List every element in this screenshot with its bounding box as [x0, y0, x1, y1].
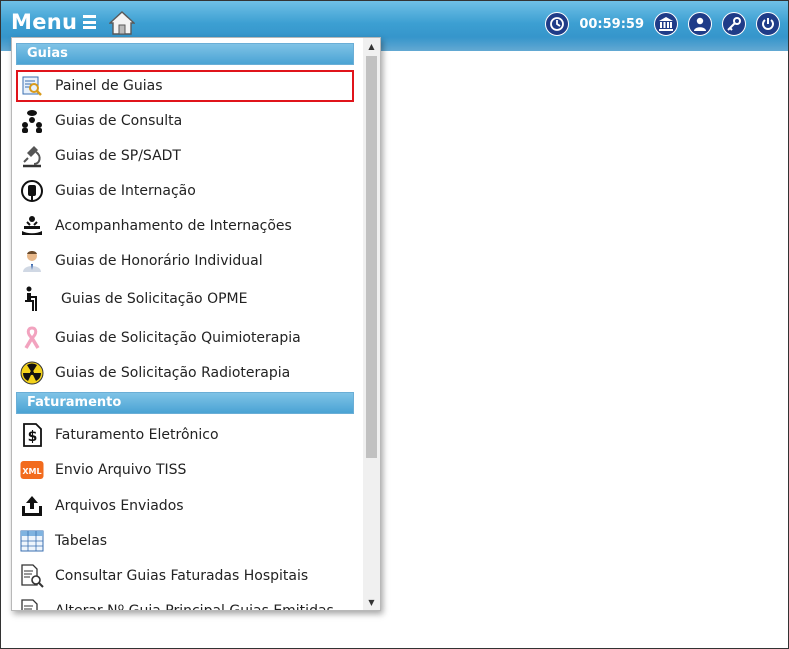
toolbar-right: 00:59:59	[545, 12, 780, 36]
key-icon[interactable]	[722, 12, 746, 36]
menu-item-guias-de-solicitacao-opme[interactable]: Guias de Solicitação OPME	[16, 281, 354, 317]
wheelchair-icon	[19, 286, 45, 312]
upload-tray-icon	[19, 493, 45, 519]
clock-icon[interactable]	[545, 12, 570, 36]
menu-item-guias-de-consulta[interactable]: Guias de Consulta	[16, 105, 354, 137]
hamburger-icon	[83, 15, 97, 29]
doctor-icon	[19, 248, 45, 274]
section-header-guias: Guias	[16, 43, 354, 65]
patient-bed-icon	[19, 213, 45, 239]
menu-item-label: Consultar Guias Faturadas Hospitais	[55, 568, 309, 584]
svg-text:XML: XML	[22, 467, 41, 476]
menu-item-consultar-guias-faturadas-hospitais[interactable]: Consultar Guias Faturadas Hospitais	[16, 560, 354, 592]
menu-item-guias-de-solicitacao-quimioterapia[interactable]: Guias de Solicitação Quimioterapia	[16, 322, 354, 354]
menu-item-label: Guias de Solicitação Radioterapia	[55, 365, 291, 381]
menu-item-label: Guias de Internação	[55, 183, 196, 199]
dollar-document-icon: $	[19, 422, 45, 448]
xml-icon: XML	[19, 457, 45, 483]
user-icon[interactable]	[688, 12, 712, 36]
scroll-down-arrow-icon[interactable]: ▼	[363, 594, 380, 610]
menu-item-label: Guias de Solicitação Quimioterapia	[55, 330, 301, 346]
menu-item-label: Arquivos Enviados	[55, 498, 184, 514]
svg-text:$: $	[28, 429, 38, 445]
scroll-up-arrow-icon[interactable]: ▲	[363, 38, 380, 54]
ribbon-icon	[19, 325, 45, 351]
session-timer: 00:59:59	[579, 16, 644, 32]
menu-item-guias-de-honorario-individual[interactable]: Guias de Honorário Individual	[16, 245, 354, 277]
people-icon	[19, 108, 45, 134]
menu-item-label: Guias de Honorário Individual	[55, 253, 263, 269]
menu-item-acompanhamento-de-internacoes[interactable]: Acompanhamento de Internações	[16, 210, 354, 242]
menu-item-alterar-guia-principal[interactable]: Alterar Nº Guia Principal Guias Emitidas	[16, 595, 354, 611]
home-icon[interactable]	[108, 10, 136, 36]
menu-item-label: Faturamento Eletrônico	[55, 427, 219, 443]
app-window: Menu 00:59:59 Guias Painel de Guias Guia…	[0, 0, 789, 649]
menu-item-tabelas[interactable]: Tabelas	[16, 525, 354, 557]
microscope-icon	[19, 143, 45, 169]
menu-item-painel-de-guias[interactable]: Painel de Guias	[16, 70, 354, 102]
panel-search-icon	[19, 73, 45, 99]
menu-item-faturamento-eletronico[interactable]: $ Faturamento Eletrônico	[16, 419, 354, 451]
menu-item-label: Guias de Solicitação OPME	[61, 291, 248, 307]
blood-bag-icon	[19, 178, 45, 204]
document-edit-icon	[19, 598, 45, 610]
menu-item-guias-de-solicitacao-radioterapia[interactable]: Guias de Solicitação Radioterapia	[16, 357, 354, 389]
menu-label: Menu	[11, 10, 78, 34]
menu-item-guias-de-internacao[interactable]: Guias de Internação	[16, 175, 354, 207]
table-icon	[19, 528, 45, 554]
radiation-icon	[19, 360, 45, 386]
menu-item-label: Guias de Consulta	[55, 113, 183, 129]
bank-icon[interactable]	[654, 12, 678, 36]
document-search-icon	[19, 563, 45, 589]
menu-item-envio-arquivo-tiss[interactable]: XML Envio Arquivo TISS	[16, 454, 354, 486]
menu-item-label: Guias de SP/SADT	[55, 148, 181, 164]
menu-item-label: Painel de Guias	[55, 78, 163, 94]
menu-button[interactable]: Menu	[11, 10, 97, 34]
menu-item-guias-de-sp-sadt[interactable]: Guias de SP/SADT	[16, 140, 354, 172]
section-header-faturamento: Faturamento	[16, 392, 354, 414]
menu-item-label: Acompanhamento de Internações	[55, 218, 292, 234]
menu-item-label: Tabelas	[55, 533, 108, 549]
power-icon[interactable]	[756, 12, 780, 36]
menu-item-label: Envio Arquivo TISS	[55, 462, 187, 478]
menu-scrollbar[interactable]: ▲ ▼	[363, 38, 380, 610]
menu-dropdown: Guias Painel de Guias Guias de Consulta …	[11, 37, 381, 611]
menu-item-arquivos-enviados[interactable]: Arquivos Enviados	[16, 490, 354, 522]
scrollbar-thumb[interactable]	[366, 56, 377, 458]
menu-item-label: Alterar Nº Guia Principal Guias Emitidas	[55, 603, 334, 611]
